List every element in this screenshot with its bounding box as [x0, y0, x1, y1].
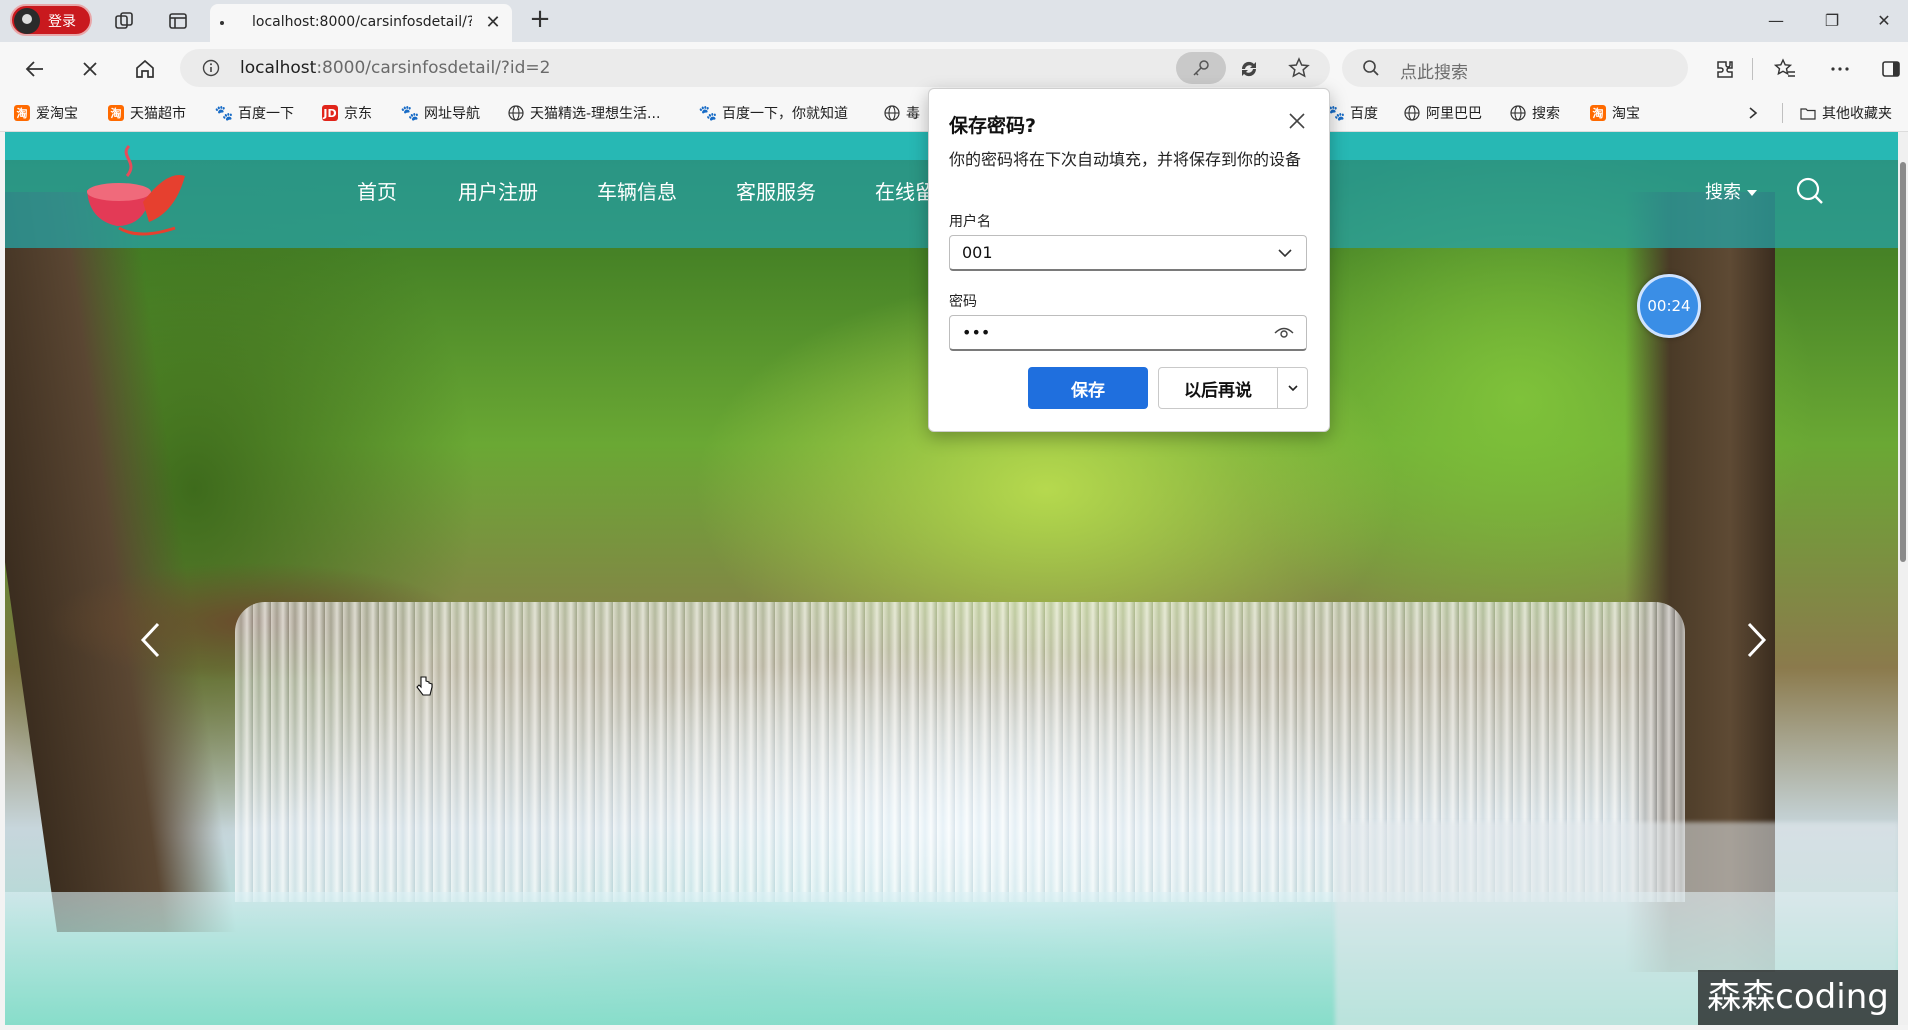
bookmark-item[interactable]: 淘爱淘宝 [14, 103, 78, 123]
bookmark-item[interactable]: 🐾 网址导航 [400, 103, 480, 123]
search-icon [1362, 59, 1380, 81]
bookmark-item[interactable]: 淘天猫超市 [108, 103, 186, 123]
close-icon[interactable] [1285, 109, 1309, 133]
taobao-icon: 淘 [14, 105, 30, 121]
url-text: localhost:8000/carsinfosdetail/?id=2 [240, 58, 551, 78]
nav-home[interactable]: 首页 [357, 176, 397, 205]
jd-icon: JD [322, 105, 338, 121]
bookmark-item[interactable]: 天猫精选-理想生活... [508, 103, 660, 123]
eye-icon[interactable] [1274, 324, 1294, 346]
hand-cursor-icon [415, 675, 433, 701]
search-box[interactable]: 点此搜索 [1342, 49, 1688, 87]
close-window-button[interactable]: ✕ [1864, 8, 1904, 34]
baidu-paw-icon: 🐾 [1326, 104, 1346, 122]
sidebar-toggle-icon[interactable] [1876, 54, 1906, 84]
more-menu-icon[interactable] [1825, 54, 1855, 84]
scrollbar-thumb[interactable] [1900, 162, 1906, 562]
bookmark-item[interactable]: JD 京东 [322, 103, 372, 123]
baidu-paw-icon: 🐾 [400, 104, 420, 122]
tab-title: localhost:8000/carsinfosdetail/?id [252, 14, 472, 30]
dialog-description: 你的密码将在下次自动填充，并将保存到你的设备 [949, 150, 1302, 169]
avatar [14, 8, 40, 34]
username-label: 用户名 [949, 214, 991, 230]
search-placeholder: 点此搜索 [1400, 63, 1468, 83]
watermark-text: 森森coding [1698, 970, 1898, 1025]
globe-icon [884, 105, 900, 121]
restore-button[interactable]: ❐ [1812, 8, 1852, 34]
bookmark-item[interactable]: 淘淘宝 [1590, 103, 1640, 123]
extensions-icon[interactable] [1710, 54, 1740, 84]
baidu-paw-icon: 🐾 [214, 104, 234, 122]
folder-icon [1800, 105, 1816, 121]
tab-active[interactable]: localhost:8000/carsinfosdetail/?id ✕ [210, 4, 512, 42]
address-bar[interactable]: localhost:8000/carsinfosdetail/?id=2 [180, 49, 1330, 87]
new-tab-button[interactable]: + [526, 6, 554, 34]
bookmark-item[interactable]: 阿里巴巴 [1404, 103, 1482, 123]
carousel-next-arrow-icon[interactable] [1737, 610, 1777, 670]
minimize-button[interactable]: — [1756, 8, 1796, 34]
save-password-dialog: 保存密码? 你的密码将在下次自动填充，并将保存到你的设备 用户名 001 密码 … [928, 88, 1330, 432]
chevron-down-icon[interactable] [1276, 244, 1294, 266]
bookmark-item[interactable]: 毒 [884, 103, 920, 123]
vertical-tabs-icon[interactable] [166, 9, 190, 33]
refresh-arrows-icon[interactable] [1238, 58, 1260, 84]
taobao-icon: 淘 [108, 105, 124, 121]
username-value: 001 [962, 243, 993, 262]
page-scrollbar[interactable] [1898, 132, 1908, 1025]
tab-close-icon[interactable]: ✕ [482, 12, 504, 34]
password-field[interactable]: ••• [949, 315, 1307, 351]
search-icon[interactable] [1795, 176, 1825, 210]
nav-search-dropdown[interactable]: 搜索 [1705, 178, 1757, 204]
nav-vehicles[interactable]: 车辆信息 [597, 176, 677, 205]
nav-service[interactable]: 客服服务 [736, 176, 816, 205]
bookmark-item[interactable]: 🐾 百度一下 [214, 103, 294, 123]
later-options-chevron-icon[interactable] [1278, 368, 1308, 408]
bookmark-item[interactable]: 搜索 [1510, 103, 1560, 123]
password-label: 密码 [949, 294, 977, 310]
later-button[interactable]: 以后再说 [1159, 368, 1278, 408]
password-value: ••• [962, 323, 991, 342]
globe-icon [1510, 105, 1526, 121]
bookmark-item[interactable]: 🐾 百度一下，你就知道 [698, 103, 848, 123]
loading-dot-icon [220, 21, 224, 25]
save-button[interactable]: 保存 [1028, 367, 1148, 409]
bookmarks-divider [1782, 103, 1783, 123]
profile-label: 登录 [48, 14, 76, 30]
bookmark-item[interactable]: 🐾 百度 [1326, 103, 1378, 123]
taobao-icon: 淘 [1590, 105, 1606, 121]
later-button-group: 以后再说 [1158, 367, 1308, 409]
bookmarks-overflow-chevron-icon[interactable] [1746, 103, 1760, 123]
globe-icon [1404, 105, 1420, 121]
timer-badge[interactable]: 00:24 [1637, 274, 1701, 338]
globe-icon [508, 105, 524, 121]
address-toolbar: localhost:8000/carsinfosdetail/?id=2 点此搜… [0, 42, 1908, 94]
nav-register[interactable]: 用户注册 [458, 176, 538, 205]
favorite-star-icon[interactable] [1288, 57, 1310, 83]
other-bookmarks-folder[interactable]: 其他收藏夹 [1800, 103, 1892, 123]
password-key-button[interactable] [1176, 52, 1226, 84]
profile-button[interactable]: 登录 [10, 4, 92, 36]
username-field[interactable]: 001 [949, 235, 1307, 271]
dialog-title: 保存密码? [949, 115, 1037, 137]
tea-cup-logo-icon[interactable] [79, 142, 189, 242]
toolbar-divider [1752, 58, 1753, 80]
caret-down-icon [1747, 190, 1757, 196]
workspaces-icon[interactable] [112, 9, 136, 33]
back-button[interactable] [20, 54, 50, 84]
site-info-icon[interactable] [202, 59, 220, 81]
home-button[interactable] [130, 54, 160, 84]
baidu-paw-icon: 🐾 [698, 104, 718, 122]
stop-loading-button[interactable] [75, 54, 105, 84]
favorites-icon[interactable] [1770, 54, 1800, 84]
nav-online[interactable]: 在线留 [875, 176, 935, 205]
carousel-prev-arrow-icon[interactable] [130, 610, 170, 670]
tab-strip: 登录 localhost:8000/carsinfosdetail/?id ✕ … [0, 0, 1908, 42]
